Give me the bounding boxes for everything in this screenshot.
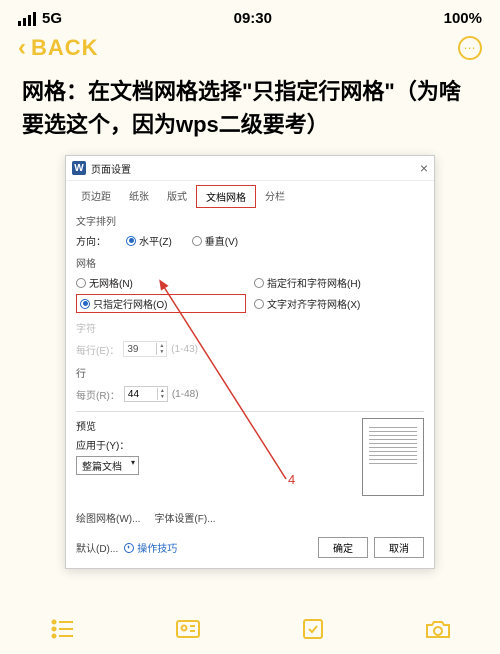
tab-layout[interactable]: 版式 [158,185,196,208]
page-title: 网格：在文档网格选择"只指定行网格"（为啥要选这个，因为wps二级要考） [0,71,500,155]
page-setup-dialog: W 页面设置 × 页边距 纸张 版式 文档网格 分栏 文字排列 方向： 水平(Z… [65,155,435,569]
apply-label: 应用于(Y)： [76,437,129,452]
radio-vertical[interactable]: 垂直(V) [192,233,238,248]
grid-section: 网格 [66,250,434,273]
radio-row-only-grid[interactable]: 只指定行网格(O) [80,296,167,311]
back-label: BACK [31,35,99,61]
highlighted-option: 只指定行网格(O) [76,294,246,313]
close-icon[interactable]: × [420,160,428,176]
char-section: 字符 [66,315,434,338]
text-direction-section: 文字排列 [66,208,434,231]
per-page-range: (1-48) [172,389,199,400]
id-card-icon[interactable] [173,616,203,642]
lines-per-page-input[interactable]: ▲▼ [124,386,168,402]
radio-horizontal[interactable]: 水平(Z) [126,233,172,248]
camera-icon[interactable] [423,616,453,642]
preview-label: 预览 [76,418,350,433]
tab-paper[interactable]: 纸张 [120,185,158,208]
tab-margins[interactable]: 页边距 [72,185,120,208]
annotation-number: 4 [288,472,295,487]
per-line-label: 每行(E)： [76,342,119,357]
default-link[interactable]: 默认(D)... [76,540,118,555]
checklist-icon[interactable] [298,616,328,642]
back-button[interactable]: ‹ BACK [18,35,99,61]
chevron-left-icon: ‹ [18,36,27,60]
signal-icon [18,12,36,26]
status-bar: 5G 09:30 100% [0,0,500,33]
bottom-toolbar [0,606,500,654]
radio-row-char-grid[interactable]: 指定行和字符网格(H) [254,275,424,290]
ok-button[interactable]: 确定 [318,537,368,558]
nav-bar: ‹ BACK ⋯ [0,33,500,71]
page-preview-icon [362,418,424,496]
network-label: 5G [42,10,62,27]
time-label: 09:30 [234,10,272,27]
draw-grid-link[interactable]: 绘图网格(W)... [76,510,140,525]
apply-to-select[interactable]: 整篇文档 [76,456,139,475]
tab-columns[interactable]: 分栏 [256,185,294,208]
lightbulb-icon: ◐ [124,543,134,553]
font-settings-link[interactable]: 字体设置(F)... [154,510,215,525]
per-line-range: (1-43) [171,344,198,355]
wps-icon: W [72,161,86,175]
radio-no-grid[interactable]: 无网格(N) [76,275,246,290]
direction-label: 方向： [76,233,106,248]
tab-doc-grid[interactable]: 文档网格 [196,185,256,208]
per-page-label: 每页(R)： [76,387,120,402]
dialog-tabs: 页边距 纸张 版式 文档网格 分栏 [66,181,434,208]
list-icon[interactable] [48,616,78,642]
more-button[interactable]: ⋯ [458,36,482,60]
tips-link[interactable]: ◐操作技巧 [124,540,177,555]
line-section: 行 [66,360,434,383]
cancel-button[interactable]: 取消 [374,537,424,558]
radio-align-char-grid[interactable]: 文字对齐字符网格(X) [254,294,424,313]
battery-label: 100% [444,10,482,27]
chars-per-line-input: ▲▼ [123,341,167,357]
dialog-title: 页面设置 [91,161,131,176]
